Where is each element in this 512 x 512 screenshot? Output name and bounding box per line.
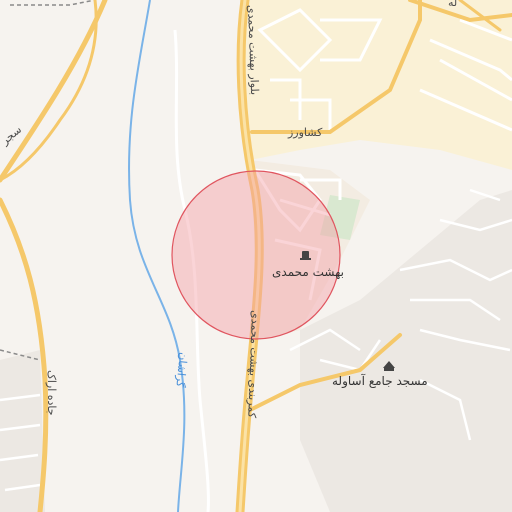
label-poi-center: بهشت محمدی [272, 265, 344, 279]
map-canvas[interactable]: بلوار بهشت محمدی کمربندی بهشت محمدی کشاو… [0, 0, 512, 512]
label-poi-mosque: مسجد جامع آساوله [332, 373, 428, 389]
label-road-left-lower: جاده اراک [45, 370, 58, 416]
label-top-corner: له [448, 0, 457, 9]
label-street-keshavarz: کشاورز [287, 126, 323, 139]
